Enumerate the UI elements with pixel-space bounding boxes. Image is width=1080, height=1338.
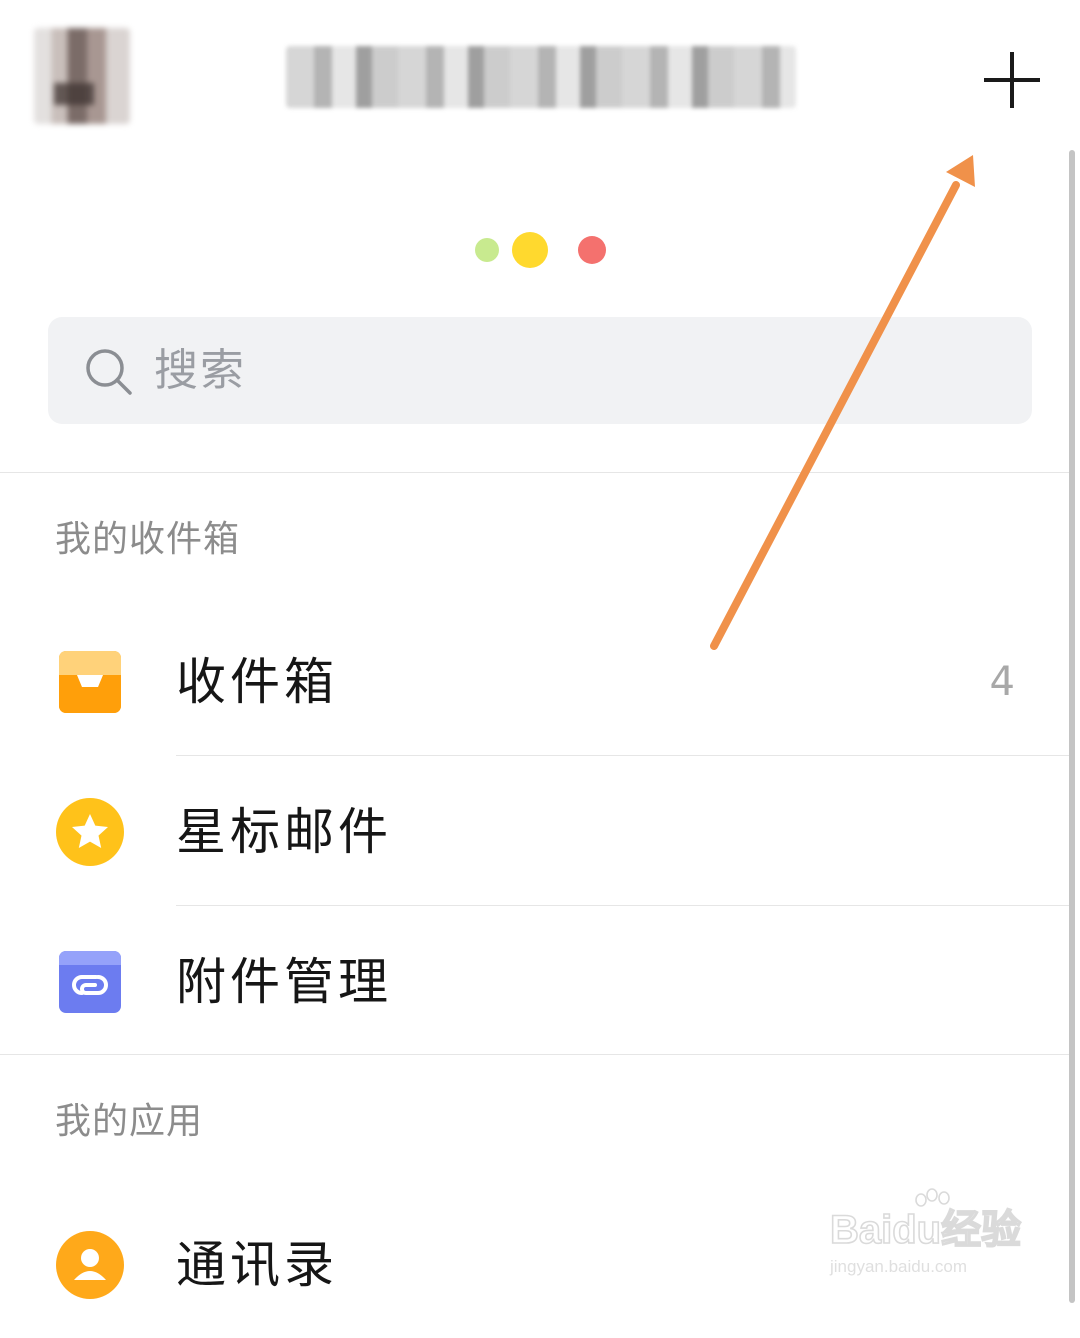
item-label: 附件管理 [176,953,392,1011]
search-icon [86,349,132,395]
dot-yellow [512,232,548,268]
dot-red [578,236,606,264]
add-button[interactable] [984,52,1040,108]
loading-dots [470,230,620,270]
section-divider [0,1054,1070,1055]
list-divider [176,755,1070,756]
list-item-inbox[interactable]: 收件箱 4 [0,607,1070,755]
top-bar [0,0,1080,150]
watermark-brand: Baidu经验 [830,1208,1021,1252]
contacts-person-icon [56,1231,124,1299]
star-icon [56,798,124,866]
scrollbar[interactable] [1069,150,1075,1303]
account-name-blurred[interactable] [286,46,796,108]
unread-count: 4 [989,659,1015,705]
item-label: 通讯录 [176,1236,338,1294]
dot-green [475,238,499,262]
item-label: 收件箱 [176,653,338,711]
inbox-tray-icon [59,651,121,713]
section-divider [0,472,1070,473]
list-item-attachments[interactable]: 附件管理 [0,907,1070,1055]
section-title-inbox: 我的收件箱 [55,519,241,560]
list-divider [176,905,1070,906]
item-label: 星标邮件 [176,803,392,861]
watermark-url: jingyan.baidu.com [829,1257,967,1276]
avatar[interactable] [34,28,130,124]
section-title-apps: 我的应用 [55,1101,204,1142]
attachment-link-icon [59,951,121,1013]
list-item-starred[interactable]: 星标邮件 [0,757,1070,905]
search-placeholder: 搜索 [154,345,246,396]
baidu-watermark-logo: Baidu经验 jingyan.baidu.com [829,1188,1022,1276]
